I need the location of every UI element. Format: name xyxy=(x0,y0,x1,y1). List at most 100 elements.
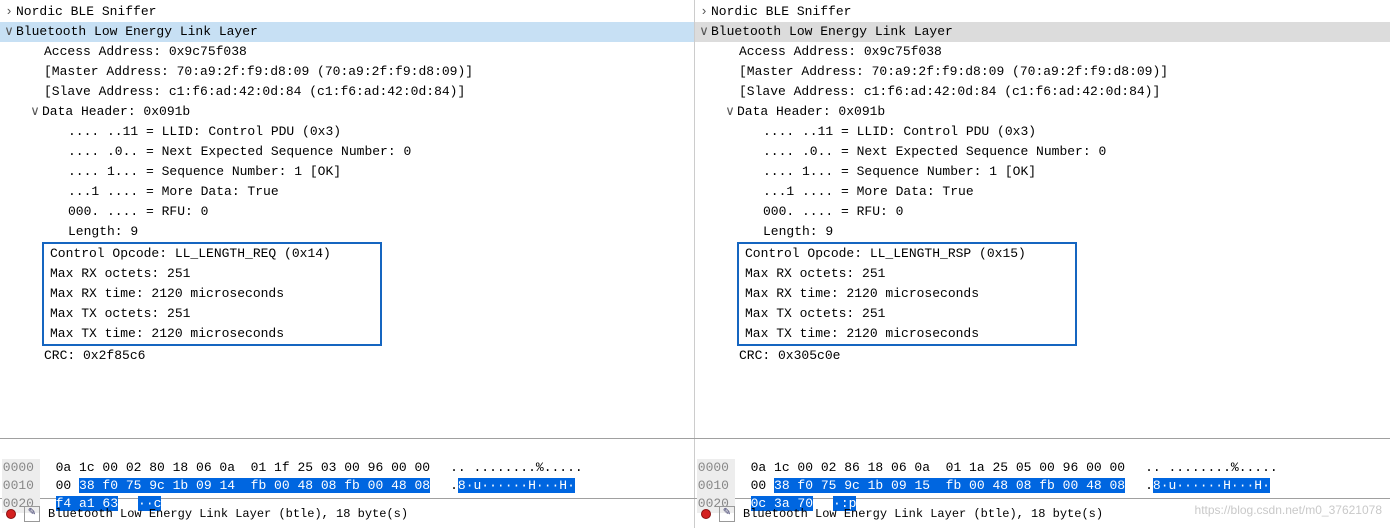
tree-item-slave-addr[interactable]: [Slave Address: c1:f6:ad:42:0d:84 (c1:f6… xyxy=(0,82,694,102)
tree-item-tx-octets[interactable]: Max TX octets: 251 xyxy=(44,304,380,324)
chevron-down-icon: ∨ xyxy=(699,22,709,42)
tree-item-nesn[interactable]: .... .0.. = Next Expected Sequence Numbe… xyxy=(0,142,694,162)
tree-item-tx-time[interactable]: Max TX time: 2120 microseconds xyxy=(44,324,380,344)
status-text: Bluetooth Low Energy Link Layer (btle), … xyxy=(48,505,408,523)
tree-item-rx-time[interactable]: Max RX time: 2120 microseconds xyxy=(739,284,1075,304)
tree-item-nordic[interactable]: ›Nordic BLE Sniffer xyxy=(0,2,694,22)
label: .... 1... = Sequence Number: 1 [OK] xyxy=(68,164,341,179)
hex-dump-panes: 0000 0a 1c 00 02 80 18 06 0a 01 1f 25 03… xyxy=(0,438,1390,498)
hex-bytes-plain: 00 xyxy=(751,478,774,493)
label: Max TX octets: 251 xyxy=(50,306,190,321)
tree-item-rx-octets[interactable]: Max RX octets: 251 xyxy=(44,264,380,284)
tree-item-md[interactable]: ...1 .... = More Data: True xyxy=(695,182,1390,202)
tree-item-rfu[interactable]: 000. .... = RFU: 0 xyxy=(695,202,1390,222)
hex-dump-left[interactable]: 0000 0a 1c 00 02 80 18 06 0a 01 1f 25 03… xyxy=(0,439,695,498)
tree-item-rx-octets[interactable]: Max RX octets: 251 xyxy=(739,264,1075,284)
status-bar: ✎ Bluetooth Low Energy Link Layer (btle)… xyxy=(0,498,1390,528)
label: Length: 9 xyxy=(763,224,833,239)
tree-item-sn[interactable]: .... 1... = Sequence Number: 1 [OK] xyxy=(695,162,1390,182)
label: [Master Address: 70:a9:2f:f9:d8:09 (70:a… xyxy=(44,64,473,79)
hex-ascii: .8·u······H···H· xyxy=(430,477,575,495)
tree-item-tx-octets[interactable]: Max TX octets: 251 xyxy=(739,304,1075,324)
tree-item-crc[interactable]: CRC: 0x2f85c6 xyxy=(0,346,694,366)
hex-row[interactable]: 0000 0a 1c 00 02 80 18 06 0a 01 1f 25 03… xyxy=(2,460,583,475)
label: Nordic BLE Sniffer xyxy=(16,4,156,19)
tree-item-data-header[interactable]: ∨Data Header: 0x091b xyxy=(0,102,694,122)
label: Control Opcode: LL_LENGTH_REQ (0x14) xyxy=(50,246,331,261)
label: Nordic BLE Sniffer xyxy=(711,4,851,19)
label: CRC: 0x305c0e xyxy=(739,348,840,363)
left-pane: ›Nordic BLE Sniffer ∨Bluetooth Low Energ… xyxy=(0,0,695,438)
chevron-right-icon: › xyxy=(699,2,709,22)
hex-ascii: .. ........%..... xyxy=(1125,459,1278,477)
tree-item-access-addr[interactable]: Access Address: 0x9c75f038 xyxy=(0,42,694,62)
label: CRC: 0x2f85c6 xyxy=(44,348,145,363)
label: .... .0.. = Next Expected Sequence Numbe… xyxy=(68,144,411,159)
label: Control Opcode: LL_LENGTH_RSP (0x15) xyxy=(745,246,1026,261)
record-stop-icon[interactable] xyxy=(701,509,711,519)
label: Max TX time: 2120 microseconds xyxy=(745,326,979,341)
label: ...1 .... = More Data: True xyxy=(68,184,279,199)
right-pane: ›Nordic BLE Sniffer ∨Bluetooth Low Energ… xyxy=(695,0,1390,438)
tree-item-slave-addr[interactable]: [Slave Address: c1:f6:ad:42:0d:84 (c1:f6… xyxy=(695,82,1390,102)
tree-item-length[interactable]: Length: 9 xyxy=(0,222,694,242)
hex-offset: 0010 xyxy=(697,477,735,495)
packet-tree-right[interactable]: ›Nordic BLE Sniffer ∨Bluetooth Low Energ… xyxy=(695,0,1390,438)
hex-bytes-highlight: 38 f0 75 9c 1b 09 14 fb 00 48 08 fb 00 4… xyxy=(79,478,430,493)
label: 000. .... = RFU: 0 xyxy=(68,204,208,219)
hex-row[interactable]: 0010 00 38 f0 75 9c 1b 09 14 fb 00 48 08… xyxy=(2,478,575,493)
tree-item-master-addr[interactable]: [Master Address: 70:a9:2f:f9:d8:09 (70:a… xyxy=(0,62,694,82)
status-left: ✎ Bluetooth Low Energy Link Layer (btle)… xyxy=(0,499,695,528)
tree-item-nordic[interactable]: ›Nordic BLE Sniffer xyxy=(695,2,1390,22)
edit-icon[interactable]: ✎ xyxy=(24,506,40,522)
tree-item-md[interactable]: ...1 .... = More Data: True xyxy=(0,182,694,202)
label: .... ..11 = LLID: Control PDU (0x3) xyxy=(68,124,341,139)
hex-bytes: 0a 1c 00 02 86 18 06 0a 01 1a 25 05 00 9… xyxy=(751,460,1125,475)
label: Access Address: 0x9c75f038 xyxy=(44,44,247,59)
hex-offset: 0000 xyxy=(2,459,40,477)
tree-item-access-addr[interactable]: Access Address: 0x9c75f038 xyxy=(695,42,1390,62)
record-stop-icon[interactable] xyxy=(6,509,16,519)
label: [Slave Address: c1:f6:ad:42:0d:84 (c1:f6… xyxy=(739,84,1160,99)
chevron-down-icon: ∨ xyxy=(4,22,14,42)
chevron-right-icon: › xyxy=(4,2,14,22)
tree-item-llid[interactable]: .... ..11 = LLID: Control PDU (0x3) xyxy=(695,122,1390,142)
label: Max TX octets: 251 xyxy=(745,306,885,321)
label: .... ..11 = LLID: Control PDU (0x3) xyxy=(763,124,1036,139)
label: .... .0.. = Next Expected Sequence Numbe… xyxy=(763,144,1106,159)
tree-item-ll-layer[interactable]: ∨Bluetooth Low Energy Link Layer xyxy=(0,22,694,42)
label: Data Header: 0x091b xyxy=(737,104,885,119)
hex-row[interactable]: 0010 00 38 f0 75 9c 1b 09 15 fb 00 48 08… xyxy=(697,478,1270,493)
packet-tree-left[interactable]: ›Nordic BLE Sniffer ∨Bluetooth Low Energ… xyxy=(0,0,694,438)
hex-row[interactable]: 0000 0a 1c 00 02 86 18 06 0a 01 1a 25 05… xyxy=(697,460,1278,475)
label: Length: 9 xyxy=(68,224,138,239)
tree-item-tx-time[interactable]: Max TX time: 2120 microseconds xyxy=(739,324,1075,344)
tree-item-rx-time[interactable]: Max RX time: 2120 microseconds xyxy=(44,284,380,304)
chevron-down-icon: ∨ xyxy=(30,102,40,122)
edit-icon[interactable]: ✎ xyxy=(719,506,735,522)
tree-item-rfu[interactable]: 000. .... = RFU: 0 xyxy=(0,202,694,222)
chevron-down-icon: ∨ xyxy=(725,102,735,122)
label: Max RX time: 2120 microseconds xyxy=(50,286,284,301)
hex-offset: 0010 xyxy=(2,477,40,495)
tree-item-llid[interactable]: .... ..11 = LLID: Control PDU (0x3) xyxy=(0,122,694,142)
label: [Master Address: 70:a9:2f:f9:d8:09 (70:a… xyxy=(739,64,1168,79)
tree-item-ll-layer[interactable]: ∨Bluetooth Low Energy Link Layer xyxy=(695,22,1390,42)
tree-item-opcode[interactable]: Control Opcode: LL_LENGTH_REQ (0x14) xyxy=(44,244,380,264)
hex-dump-right[interactable]: 0000 0a 1c 00 02 86 18 06 0a 01 1a 25 05… xyxy=(695,439,1390,498)
label: Bluetooth Low Energy Link Layer xyxy=(711,24,953,39)
tree-item-master-addr[interactable]: [Master Address: 70:a9:2f:f9:d8:09 (70:a… xyxy=(695,62,1390,82)
tree-item-opcode[interactable]: Control Opcode: LL_LENGTH_RSP (0x15) xyxy=(739,244,1075,264)
packet-details-panes: ›Nordic BLE Sniffer ∨Bluetooth Low Energ… xyxy=(0,0,1390,438)
tree-item-sn[interactable]: .... 1... = Sequence Number: 1 [OK] xyxy=(0,162,694,182)
label: Access Address: 0x9c75f038 xyxy=(739,44,942,59)
highlight-box: Control Opcode: LL_LENGTH_RSP (0x15) Max… xyxy=(737,242,1077,346)
status-text: Bluetooth Low Energy Link Layer (btle), … xyxy=(743,505,1103,523)
tree-item-data-header[interactable]: ∨Data Header: 0x091b xyxy=(695,102,1390,122)
tree-item-nesn[interactable]: .... .0.. = Next Expected Sequence Numbe… xyxy=(695,142,1390,162)
hex-ascii: .8·u······H···H· xyxy=(1125,477,1270,495)
label: ...1 .... = More Data: True xyxy=(763,184,974,199)
tree-item-crc[interactable]: CRC: 0x305c0e xyxy=(695,346,1390,366)
label: Max RX octets: 251 xyxy=(50,266,190,281)
tree-item-length[interactable]: Length: 9 xyxy=(695,222,1390,242)
